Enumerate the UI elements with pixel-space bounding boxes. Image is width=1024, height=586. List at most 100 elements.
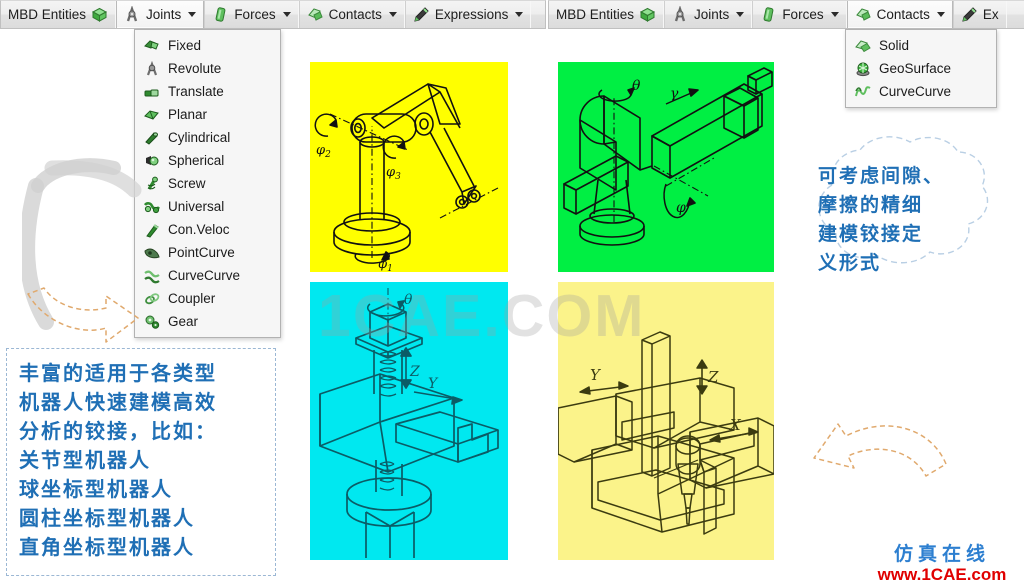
- cloud-line: 义形式: [818, 252, 882, 274]
- chevron-down-icon[interactable]: [188, 12, 197, 17]
- menu-label: Coupler: [168, 291, 216, 306]
- menu-item-coupler[interactable]: Coupler: [135, 287, 280, 310]
- svg-text:θ: θ: [404, 292, 413, 308]
- panel-spherical-robot: θ γ φ: [558, 62, 774, 272]
- toolbar-right-label-mbd-entities: MBD Entities: [556, 7, 635, 22]
- contact-icon: [307, 6, 324, 23]
- cloud-line: 建模铰接定: [818, 223, 924, 245]
- menu-label: CurveCurve: [879, 84, 952, 99]
- toolbar-right-label-expressions: Ex: [982, 7, 999, 22]
- green-box-icon: [639, 6, 656, 23]
- cloud-callout: 可考虑间隙、 摩擦的精细 建模铰接定 义形式: [792, 126, 1024, 316]
- menu-label: GeoSurface: [879, 61, 952, 76]
- menu-label: PointCurve: [168, 245, 235, 260]
- chevron-down-icon[interactable]: [936, 12, 945, 17]
- menu-label: CurveCurve: [168, 268, 241, 283]
- toolbar-right-item-expressions[interactable]: Ex: [952, 1, 1007, 28]
- panel-cartesian-gantry-robot: Z Y X: [558, 282, 774, 560]
- note-box-left: 丰富的适用于各类型 机器人快速建模高效 分析的铰接，比如： 关节型机器人 球坐标…: [6, 348, 276, 576]
- menu-item-curvecurve[interactable]: CurveCurve: [135, 264, 280, 287]
- menu-item-revolute[interactable]: Revolute: [135, 57, 280, 80]
- svg-text:γ: γ: [670, 86, 679, 102]
- screenshot-stage: φ1 φ2 φ3 θ γ φ θ Z Y Z Y X 1CAE.COM MBD …: [0, 0, 1024, 586]
- menu-item-planar[interactable]: Planar: [135, 103, 280, 126]
- toolbar-left: MBD Entities Joints Forces Contacts Expr…: [0, 0, 546, 29]
- svg-text:Z: Z: [409, 364, 420, 380]
- menu-item-solid[interactable]: Solid: [846, 34, 996, 57]
- svg-text:Y: Y: [590, 366, 602, 384]
- curvecurve-contact-icon: [855, 84, 871, 100]
- toolbar-left-item-expressions[interactable]: Expressions: [404, 1, 532, 28]
- menu-item-translate[interactable]: Translate: [135, 80, 280, 103]
- svg-text:φ1: φ1: [378, 257, 393, 272]
- menu-item-geosurface[interactable]: GeoSurface: [846, 57, 996, 80]
- force-icon: [760, 6, 777, 23]
- toolbar-right-item-contacts[interactable]: Contacts: [846, 1, 953, 28]
- toolbar-left-item-forces[interactable]: Forces: [204, 1, 299, 28]
- note-line: 圆柱坐标型机器人: [19, 506, 195, 530]
- menu-item-curvecurve-contact[interactable]: CurveCurve: [846, 80, 996, 103]
- menu-item-screw[interactable]: Screw: [135, 172, 280, 195]
- note-line: 丰富的适用于各类型: [19, 361, 217, 385]
- menu-label: Revolute: [168, 61, 222, 76]
- menu-label: Cylindrical: [168, 130, 231, 145]
- panel-articulated-robot: φ1 φ2 φ3: [310, 62, 508, 272]
- menu-item-fixed[interactable]: Fixed: [135, 34, 280, 57]
- joints-dropdown-menu: Fixed Revolute Translate Planar Cylindri…: [134, 29, 281, 338]
- toolbar-left-label-expressions: Expressions: [434, 7, 509, 22]
- svg-text:φ2: φ2: [316, 143, 331, 160]
- svg-text:φ3: φ3: [386, 165, 401, 182]
- toolbar-left-label-joints: Joints: [146, 7, 182, 22]
- menu-item-pointcurve[interactable]: PointCurve: [135, 241, 280, 264]
- menu-item-universal[interactable]: Universal: [135, 195, 280, 218]
- svg-text:φ: φ: [676, 200, 686, 216]
- green-box-icon: [91, 6, 108, 23]
- chevron-down-icon[interactable]: [830, 12, 839, 17]
- curved-arrow-left: [19, 146, 148, 358]
- toolbar-right-label-contacts: Contacts: [876, 7, 930, 22]
- menu-item-con-veloc[interactable]: Con.Veloc: [135, 218, 280, 241]
- cylindrical-joint-icon: [144, 130, 160, 146]
- planar-joint-icon: [144, 107, 160, 123]
- fixed-joint-icon: [144, 38, 160, 54]
- toolbar-left-item-contacts[interactable]: Contacts: [298, 1, 405, 28]
- toolbar-right-item-forces[interactable]: Forces: [752, 1, 847, 28]
- geosurface-contact-icon: [855, 61, 871, 77]
- chevron-down-icon[interactable]: [736, 12, 745, 17]
- cloud-line: 可考虑间隙、: [818, 165, 945, 187]
- menu-item-gear[interactable]: Gear: [135, 310, 280, 333]
- toolbar-left-label-mbd-entities: MBD Entities: [8, 7, 87, 22]
- toolbar-right-item-mbd-entities[interactable]: MBD Entities: [549, 1, 665, 28]
- solid-contact-icon: [855, 38, 871, 54]
- toolbar-left-label-contacts: Contacts: [328, 7, 382, 22]
- menu-label: Con.Veloc: [168, 222, 230, 237]
- site-watermark: 仿真在线 www.1CAE.com: [866, 543, 1018, 585]
- toolbar-left-item-joints[interactable]: Joints: [116, 1, 205, 28]
- svg-text:Z: Z: [707, 368, 719, 386]
- toolbar-left-item-mbd-entities[interactable]: MBD Entities: [1, 1, 117, 28]
- chevron-down-icon[interactable]: [282, 12, 291, 17]
- site-watermark-cn: 仿真在线: [893, 543, 990, 565]
- toolbar-right-item-joints[interactable]: Joints: [664, 1, 753, 28]
- revolute-joint-icon: [144, 60, 160, 77]
- contacts-dropdown-menu: Solid GeoSurface CurveCurve: [845, 29, 997, 108]
- chevron-down-icon[interactable]: [388, 12, 397, 17]
- chevron-down-icon[interactable]: [515, 12, 524, 17]
- menu-item-cylindrical[interactable]: Cylindrical: [135, 126, 280, 149]
- menu-label: Solid: [879, 38, 910, 53]
- menu-label: Gear: [168, 314, 199, 329]
- toolbar-right: MBD Entities Joints Forces Contacts Ex: [548, 0, 1024, 29]
- note-line: 直角坐标型机器人: [19, 535, 195, 559]
- toolbar-right-label-forces: Forces: [782, 7, 824, 22]
- menu-label: Planar: [168, 107, 208, 122]
- curved-arrow-right: [800, 402, 950, 542]
- site-watermark-url: www.1CAE.com: [877, 565, 1007, 584]
- menu-item-spherical[interactable]: Spherical: [135, 149, 280, 172]
- cloud-callout-text: 可考虑间隙、 摩擦的精细 建模铰接定 义形式: [818, 162, 1008, 278]
- joint-icon: [124, 5, 141, 23]
- menu-label: Spherical: [168, 153, 225, 168]
- panel-cylindrical-robot: θ Z Y: [310, 282, 508, 560]
- note-line: 关节型机器人: [19, 448, 151, 472]
- force-icon: [212, 6, 229, 23]
- menu-label: Universal: [168, 199, 225, 214]
